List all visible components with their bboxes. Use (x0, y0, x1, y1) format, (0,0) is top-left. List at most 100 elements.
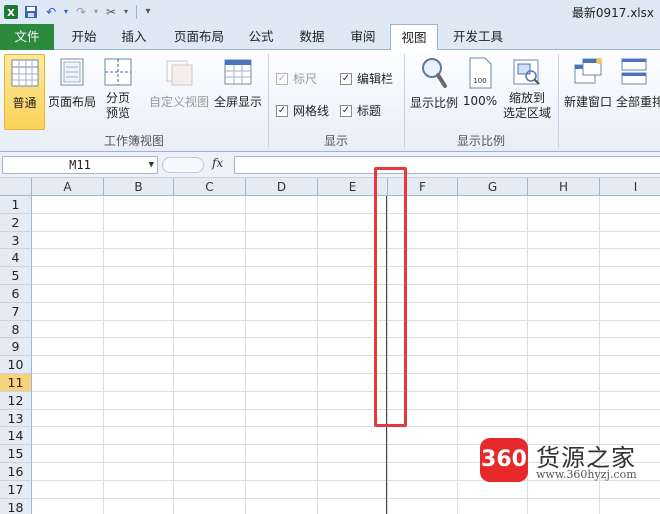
ruler-checkbox[interactable]: ✓ 标尺 (276, 70, 317, 87)
chevron-down-icon[interactable]: ▼ (149, 157, 154, 173)
svg-text:100: 100 (473, 77, 486, 85)
row-header-4[interactable]: 4 (0, 249, 32, 268)
column-header-h[interactable]: H (528, 178, 600, 196)
formula-bar: M11 ▼ fx (0, 152, 660, 178)
normal-view-icon (11, 59, 38, 87)
custom-views-button[interactable]: 自定义视图 (146, 54, 212, 130)
zoom-button[interactable]: 显示比例 (408, 54, 460, 130)
tab-data[interactable]: 数据 (290, 24, 334, 50)
row-header-3[interactable]: 3 (0, 231, 32, 250)
arrange-all-label: 全部重排 (616, 95, 660, 109)
row-header-14[interactable]: 14 (0, 427, 32, 446)
show-group-label: 显示 (323, 134, 348, 148)
redo-dropdown-icon[interactable]: ▾ (93, 4, 99, 20)
page-layout-view-label: 页面布局 (47, 95, 96, 109)
row-header-13[interactable]: 13 (0, 409, 32, 428)
page-layout-icon (60, 58, 84, 86)
highlight-box (374, 167, 407, 427)
name-box-value: M11 (69, 158, 91, 172)
row-header-10[interactable]: 10 (0, 356, 32, 374)
custom-views-icon (166, 60, 193, 86)
zoom-100-icon: 100 (469, 57, 492, 89)
row-header-6[interactable]: 6 (0, 285, 32, 303)
formula-bar-check-icon: ✓ (340, 72, 352, 85)
row-header-9[interactable]: 9 (0, 338, 32, 357)
row-gridline (32, 266, 660, 268)
arrange-all-button[interactable]: 全部重排 (616, 54, 660, 130)
tab-formulas[interactable]: 公式 (240, 24, 282, 50)
tab-review[interactable]: 审阅 (340, 24, 386, 50)
row-gridline (32, 230, 660, 232)
save-icon[interactable] (23, 4, 39, 20)
undo-dropdown-icon[interactable]: ▾ (63, 4, 69, 20)
full-screen-button[interactable]: 全屏显示 (212, 54, 264, 130)
window-title: 最新0917.xlsx (571, 6, 654, 20)
ruler-label: 标尺 (293, 72, 318, 86)
row-gridline (32, 337, 660, 339)
column-header-b[interactable]: B (104, 178, 174, 196)
column-header-c[interactable]: C (174, 178, 246, 196)
formula-input[interactable] (234, 156, 660, 174)
gridlines-check-icon: ✓ (276, 104, 288, 117)
zoom-100-button[interactable]: 100 100% (462, 54, 498, 130)
row-header-2[interactable]: 2 (0, 213, 32, 232)
group-separator (558, 54, 559, 148)
ribbon-view: 普通 页面布局 分页 预览 自定义视图 全屏显示 工作簿视图 ✓标尺 ✓编辑 (0, 50, 660, 152)
qa-separator (136, 5, 137, 19)
svg-text:X: X (7, 8, 15, 19)
row-header-12[interactable]: 12 (0, 391, 32, 410)
excel-icon[interactable]: X (3, 4, 19, 20)
zoom-selection-icon (513, 59, 540, 85)
customize-toolbar-icon[interactable]: ▾ (140, 4, 156, 20)
row-gridline (32, 426, 660, 428)
row-gridline (32, 284, 660, 285)
page-break-preview-button[interactable]: 分页 预览 (98, 54, 138, 130)
tab-insert[interactable]: 插入 (110, 24, 158, 50)
gridlines-checkbox[interactable]: ✓ 网格线 (276, 102, 329, 119)
row-header-5[interactable]: 5 (0, 267, 32, 285)
page-layout-view-button[interactable]: 页面布局 (47, 54, 97, 130)
formula-bar-splitter[interactable] (162, 157, 204, 173)
name-box[interactable]: M11 ▼ (2, 156, 158, 174)
row-gridline (32, 390, 660, 392)
formula-bar-checkbox[interactable]: ✓ 编辑栏 (340, 70, 393, 87)
tab-developer[interactable]: 开发工具 (446, 24, 510, 50)
row-header-18[interactable]: 18 (0, 498, 32, 514)
watermark-badge: 360 (480, 438, 528, 482)
headings-check-icon: ✓ (340, 104, 352, 117)
zoom-label: 显示比例 (409, 96, 458, 110)
undo-icon[interactable]: ↶ (43, 4, 59, 20)
column-header-a[interactable]: A (32, 178, 104, 196)
tab-view[interactable]: 视图 (390, 24, 438, 51)
formula-bar-label: 编辑栏 (357, 72, 394, 86)
row-header-17[interactable]: 17 (0, 480, 32, 499)
row-gridline (32, 355, 660, 357)
column-header-g[interactable]: G (458, 178, 528, 196)
page-break-preview-icon (104, 58, 132, 86)
normal-view-button[interactable]: 普通 (4, 54, 45, 130)
select-all-corner[interactable] (0, 178, 32, 196)
row-header-8[interactable]: 8 (0, 320, 32, 339)
row-header-11[interactable]: 11 (0, 374, 32, 392)
arrange-all-icon (621, 58, 647, 85)
tools-icon[interactable]: ✂ (103, 4, 119, 20)
row-header-1[interactable]: 1 (0, 196, 32, 214)
headings-checkbox[interactable]: ✓ 标题 (340, 102, 381, 119)
tools-dropdown-icon[interactable]: ▾ (123, 4, 129, 20)
tab-file[interactable]: 文件 (0, 24, 54, 50)
column-header-d[interactable]: D (246, 178, 318, 196)
page-break-preview-label-2: 预览 (105, 106, 130, 120)
new-window-button[interactable]: 新建窗口 (562, 54, 614, 130)
full-screen-icon (224, 59, 252, 85)
tab-home[interactable]: 开始 (60, 24, 108, 50)
row-gridline (32, 301, 660, 303)
row-header-7[interactable]: 7 (0, 302, 32, 321)
headings-label: 标题 (357, 104, 382, 118)
row-header-16[interactable]: 16 (0, 463, 32, 481)
tab-page-layout[interactable]: 页面布局 (166, 24, 232, 50)
redo-icon[interactable]: ↷ (73, 4, 89, 20)
row-header-15[interactable]: 15 (0, 445, 32, 463)
zoom-to-selection-button[interactable]: 缩放到 选定区域 (500, 54, 554, 130)
insert-function-icon[interactable]: fx (212, 156, 223, 170)
column-header-i[interactable]: I (600, 178, 660, 196)
